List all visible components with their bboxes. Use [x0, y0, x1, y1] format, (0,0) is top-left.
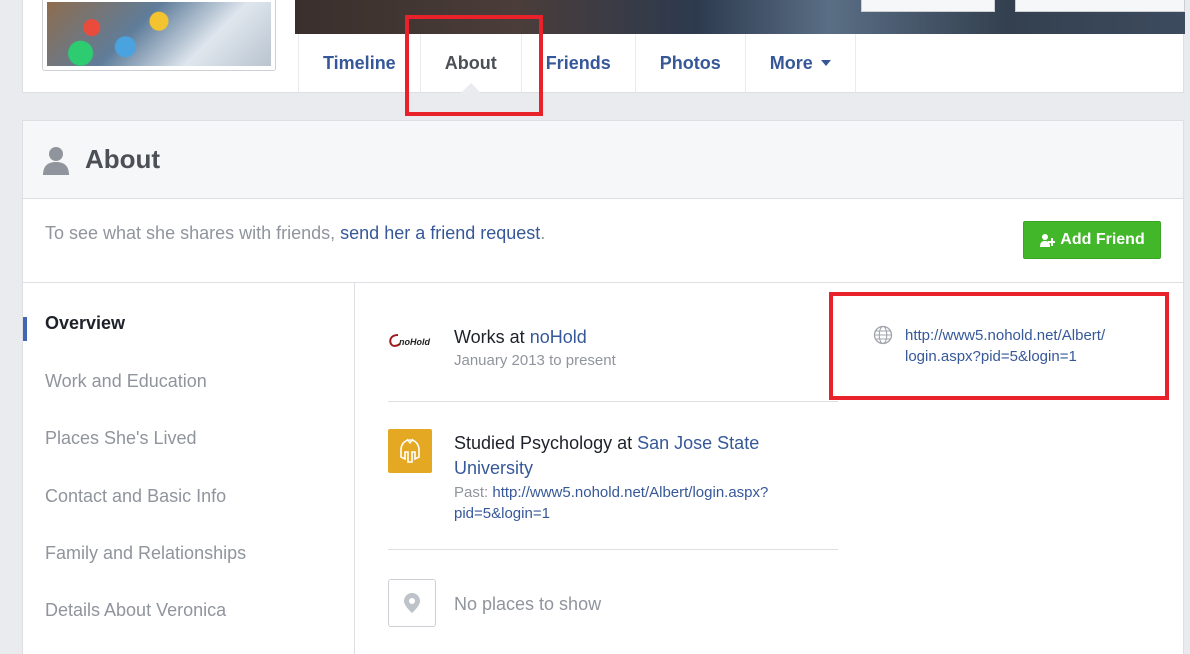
education-title: Studied Psychology at San Jose State Univ… [454, 431, 834, 481]
nohold-logo[interactable]: noHold [388, 331, 438, 351]
website-link[interactable]: http://www5.nohold.net/Albert/ login.asp… [905, 325, 1105, 367]
profile-tabs: Timeline About Friends Photos More [298, 34, 856, 93]
map-pin-icon [404, 593, 420, 613]
education-prefix: Studied Psychology at [454, 433, 638, 453]
education-past: Past: http://www5.nohold.net/Albert/logi… [454, 482, 834, 524]
work-entry: Works at noHold January 2013 to present [454, 327, 824, 369]
tab-more-label: More [769, 52, 813, 73]
nav-contact-info[interactable]: Contact and Basic Info [45, 486, 226, 507]
nav-places-lived[interactable]: Places She's Lived [45, 428, 197, 449]
sjsu-logo[interactable] [388, 429, 432, 473]
send-friend-request-link[interactable]: send her a friend request [340, 223, 540, 243]
company-link[interactable]: noHold [530, 327, 587, 347]
friend-request-row: To see what she shares with friends, sen… [23, 199, 1183, 283]
past-link-line1: http://www5.nohold.net/Albert/login.aspx… [492, 484, 769, 501]
globe-icon [873, 325, 893, 350]
add-friend-label: Add Friend [1060, 231, 1145, 248]
school-name-line1: San Jose State [637, 433, 760, 453]
about-nav: Overview Work and Education Places She's… [23, 283, 355, 654]
cover-button-1[interactable] [861, 0, 995, 12]
work-dates: January 2013 to present [454, 352, 616, 369]
tab-photos-label: Photos [659, 52, 721, 73]
add-friend-icon [1040, 234, 1056, 247]
friend-msg-suffix: . [540, 223, 546, 243]
past-label: Past: [454, 484, 493, 501]
tab-timeline-label: Timeline [323, 52, 396, 73]
overview-content: noHold Works at noHold January 2013 to p… [356, 283, 1184, 654]
about-header: About [23, 121, 1183, 199]
tab-friends[interactable]: Friends [520, 34, 635, 92]
tab-about-label: About [444, 52, 497, 73]
about-title: About [85, 144, 161, 174]
tab-about[interactable]: About [419, 34, 521, 93]
spartan-helmet-icon [400, 438, 420, 463]
tab-timeline[interactable]: Timeline [298, 34, 420, 92]
cover-button-2[interactable] [1015, 0, 1185, 12]
divider [388, 549, 838, 550]
tab-more[interactable]: More [744, 34, 856, 92]
no-places-text: No places to show [454, 594, 602, 614]
tab-photos[interactable]: Photos [634, 34, 745, 92]
nav-overview[interactable]: Overview [45, 313, 125, 334]
past-link-line2: pid=5&login=1 [454, 505, 550, 522]
website-link-line1: http://www5.nohold.net/Albert/ [905, 327, 1106, 344]
friend-msg-prefix: To see what she shares with friends, [45, 223, 341, 243]
places-placeholder [388, 579, 436, 627]
nohold-logo-text: noHold [399, 337, 430, 347]
past-link[interactable]: http://www5.nohold.net/Albert/login.aspx… [454, 484, 768, 522]
work-prefix: Works at [454, 327, 530, 347]
profile-picture[interactable] [43, 0, 275, 70]
tab-friends-label: Friends [545, 52, 611, 73]
work-title: Works at noHold [454, 327, 824, 348]
education-entry: Studied Psychology at San Jose State Univ… [454, 431, 834, 524]
divider [388, 401, 838, 402]
chevron-down-icon [820, 60, 831, 66]
active-indicator [23, 317, 27, 341]
add-friend-button[interactable]: Add Friend [1023, 221, 1161, 259]
nav-details-about[interactable]: Details About Veronica [45, 600, 226, 621]
friend-request-message: To see what she shares with friends, sen… [45, 223, 545, 244]
nav-family-relationships[interactable]: Family and Relationships [45, 543, 246, 564]
website-link-line2: login.aspx?pid=5&login=1 [905, 348, 1077, 365]
person-icon [43, 146, 69, 175]
profile-header: Timeline About Friends Photos More [22, 0, 1185, 93]
about-section: About To see what she shares with friend… [22, 120, 1184, 654]
nav-work-education[interactable]: Work and Education [45, 371, 207, 392]
school-name-line2: University [454, 458, 534, 478]
